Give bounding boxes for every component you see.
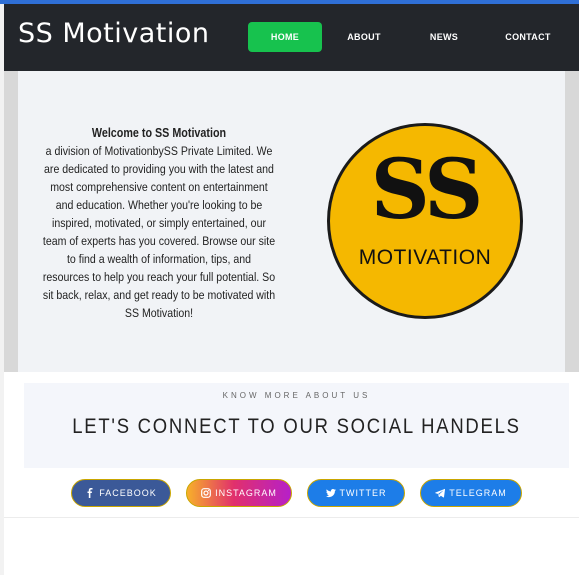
brand-title[interactable]: SS Motivation xyxy=(18,18,210,49)
telegram-icon xyxy=(435,488,446,498)
nav-news[interactable]: NEWS xyxy=(406,22,482,52)
twitter-button[interactable]: TWITTER xyxy=(307,479,405,507)
hero-title: Welcome to SS Motivation xyxy=(91,126,227,140)
ss-motivation-logo: SS MOTIVATION xyxy=(327,123,523,319)
instagram-button[interactable]: INSTAGRAM xyxy=(186,479,292,507)
telegram-button[interactable]: TELEGRAM xyxy=(420,479,522,507)
main-nav: HOME ABOUT NEWS CONTACT xyxy=(248,22,574,52)
twitter-icon xyxy=(325,488,336,498)
hero-body: a division of MotivationbySS Private Lim… xyxy=(42,144,276,320)
instagram-icon xyxy=(201,488,211,498)
telegram-label: TELEGRAM xyxy=(449,488,507,498)
facebook-icon xyxy=(85,488,95,498)
logo-sub-text: MOTIVATION xyxy=(358,246,492,269)
nav-about[interactable]: ABOUT xyxy=(322,22,406,52)
logo-main-text: SS xyxy=(370,142,484,238)
facebook-label: FACEBOOK xyxy=(99,488,157,498)
hero-panel: Welcome to SS Motivation a division of M… xyxy=(18,71,565,372)
twitter-label: TWITTER xyxy=(339,488,387,498)
nav-contact[interactable]: CONTACT xyxy=(482,22,574,52)
nav-home[interactable]: HOME xyxy=(248,22,322,52)
instagram-label: INSTAGRAM xyxy=(215,488,277,498)
navbar: SS Motivation HOME ABOUT NEWS CONTACT xyxy=(4,4,579,71)
connect-title: LET'S CONNECT TO OUR SOCIAL HANDELS xyxy=(72,415,521,438)
connect-section: KNOW MORE ABOUT US LET'S CONNECT TO OUR … xyxy=(24,383,569,468)
section-divider xyxy=(4,517,579,518)
facebook-button[interactable]: FACEBOOK xyxy=(71,479,171,507)
hero-section: Welcome to SS Motivation a division of M… xyxy=(4,71,579,372)
connect-eyebrow: KNOW MORE ABOUT US xyxy=(222,391,371,400)
hero-text: Welcome to SS Motivation a division of M… xyxy=(43,124,275,322)
